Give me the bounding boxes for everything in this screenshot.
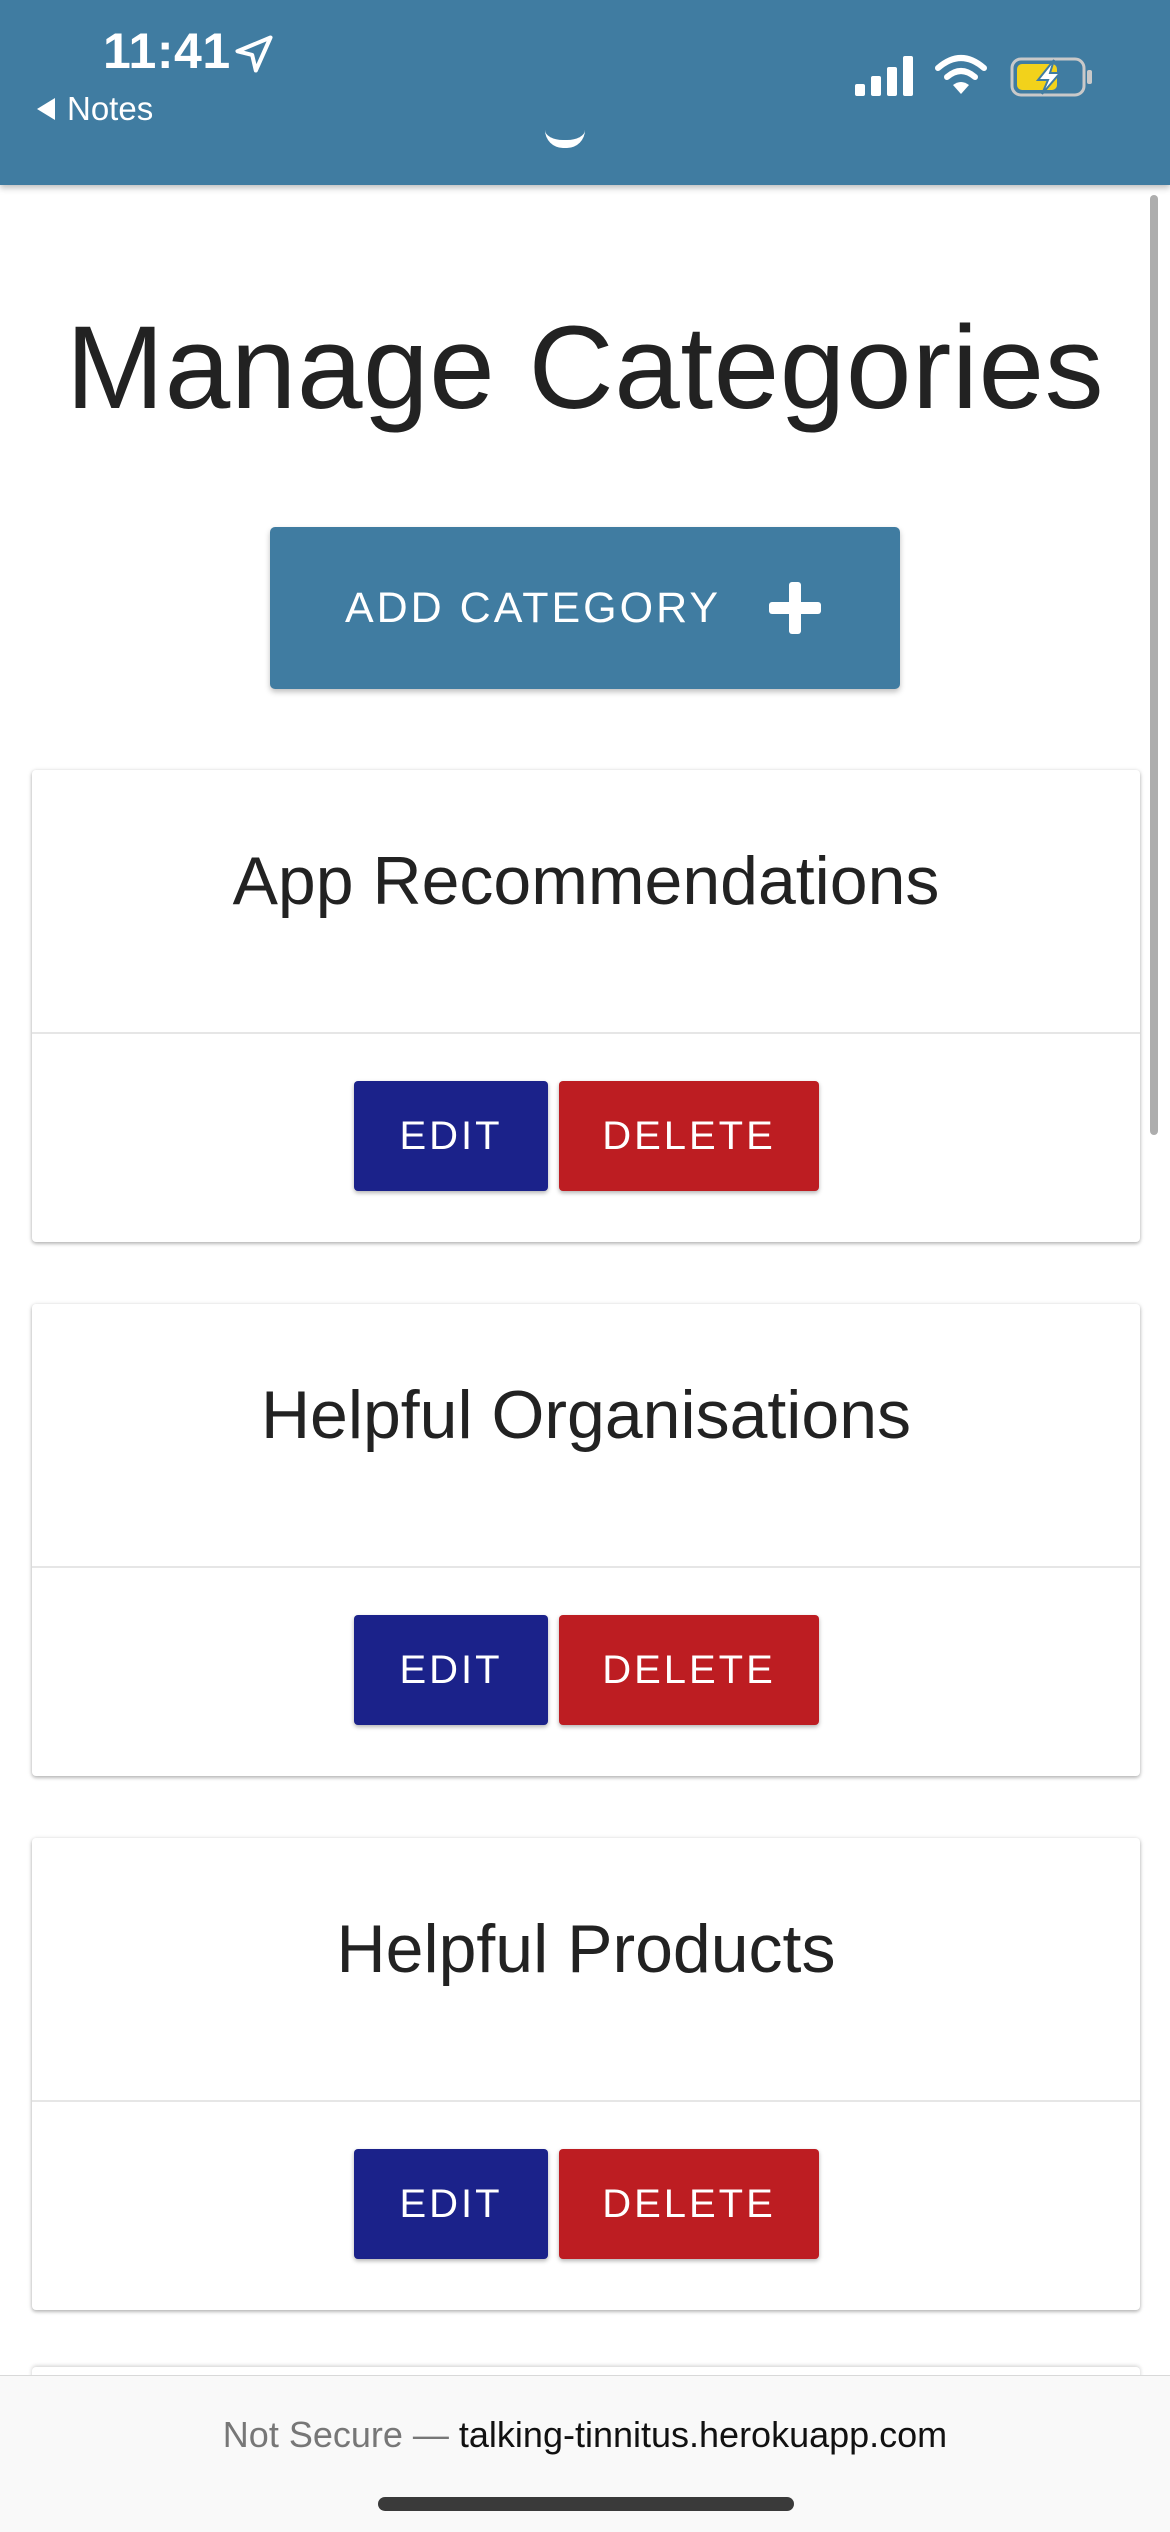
back-app-label: Notes xyxy=(67,90,154,127)
app-root: 11:41 Notes Manage Categories ADD CATEGO… xyxy=(0,0,1170,2532)
add-category-button[interactable]: ADD CATEGORY xyxy=(270,527,900,689)
header-logo-partial xyxy=(545,130,585,148)
browser-url-bar[interactable]: Not Secure — talking-tinnitus.herokuapp.… xyxy=(0,2375,1170,2532)
back-to-notes-link[interactable]: Notes xyxy=(37,90,153,128)
delete-button[interactable]: DELETE xyxy=(559,1615,819,1725)
domain-label: talking-tinnitus.herokuapp.com xyxy=(458,2414,948,2455)
status-time: 11:41 xyxy=(103,23,231,79)
edit-button[interactable]: EDIT xyxy=(354,2149,548,2259)
category-name: Helpful Organisations xyxy=(260,1377,912,1453)
plus-icon xyxy=(769,582,822,634)
category-card: App Recommendations EDIT DELETE xyxy=(32,770,1140,1242)
category-card: Helpful Organisations EDIT DELETE xyxy=(32,1304,1140,1776)
card-divider xyxy=(32,2100,1140,2102)
url-display[interactable]: Not Secure — talking-tinnitus.herokuapp.… xyxy=(0,2414,1170,2456)
wifi-icon xyxy=(935,55,987,94)
battery-charging-icon xyxy=(1010,57,1092,97)
card-divider xyxy=(32,1566,1140,1568)
category-name: App Recommendations xyxy=(232,843,940,919)
page-title: Manage Categories xyxy=(65,302,1105,434)
delete-button[interactable]: DELETE xyxy=(559,1081,819,1191)
status-bar: 11:41 Notes xyxy=(0,0,1170,185)
card-divider xyxy=(32,1032,1140,1034)
back-caret-icon xyxy=(37,98,55,120)
category-name: Helpful Products xyxy=(336,1911,836,1987)
home-indicator[interactable] xyxy=(378,2497,794,2511)
security-label: Not Secure — xyxy=(222,2414,449,2455)
location-arrow-icon xyxy=(235,35,273,73)
category-card: Helpful Products EDIT DELETE xyxy=(32,1838,1140,2310)
cellular-signal-icon xyxy=(855,56,913,96)
delete-button[interactable]: DELETE xyxy=(559,2149,819,2259)
edit-button[interactable]: EDIT xyxy=(354,1081,548,1191)
edit-button[interactable]: EDIT xyxy=(354,1615,548,1725)
add-category-label: ADD CATEGORY xyxy=(344,583,722,632)
